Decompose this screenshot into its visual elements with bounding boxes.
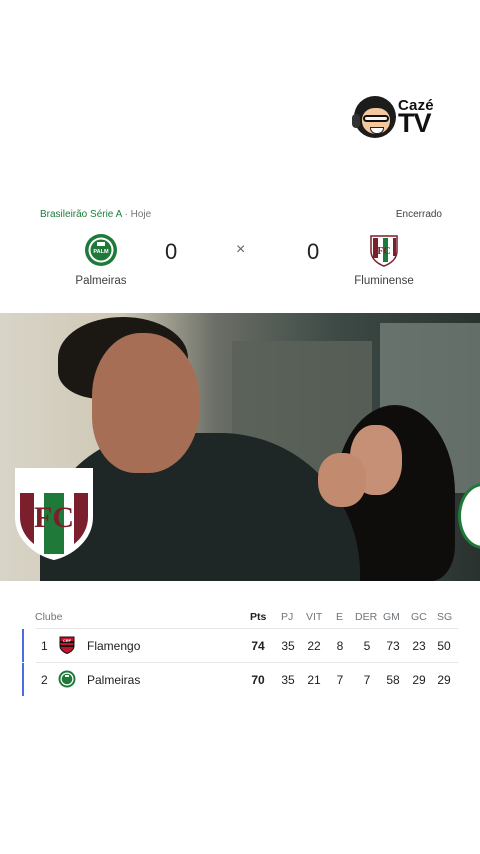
club-losses: 7 <box>363 673 371 687</box>
palmeiras-logo-icon <box>58 670 76 688</box>
col-header-der: DER <box>355 611 378 623</box>
row-position: 1 <box>41 639 48 653</box>
match-day: Hoje <box>130 209 152 220</box>
svg-text:FC: FC <box>34 501 74 534</box>
club-goal-diff: 29 <box>437 673 451 687</box>
cazetv-mascot-icon <box>352 96 396 138</box>
video-frame[interactable]: FC <box>0 313 480 581</box>
club-goals-for: 73 <box>386 639 400 653</box>
col-header-pj: PJ <box>281 611 294 623</box>
club-goal-diff: 50 <box>437 639 451 653</box>
club-draws: 8 <box>336 639 344 653</box>
away-team-name[interactable]: Fluminense <box>334 275 434 287</box>
club-wins: 22 <box>307 639 321 653</box>
col-header-gc: GC <box>411 611 427 623</box>
match-status: Encerrado <box>395 209 442 220</box>
versus-separator: × <box>236 241 246 258</box>
col-header-sg: SG <box>437 611 453 623</box>
club-name: Palmeiras <box>87 673 141 687</box>
col-header-e: E <box>336 611 344 623</box>
col-header-pts: Pts <box>250 611 267 623</box>
qualification-accent-bar <box>22 629 24 662</box>
club-wins: 21 <box>307 673 321 687</box>
col-header-gm: GM <box>383 611 400 623</box>
col-header-club: Clube <box>35 611 63 623</box>
club-losses: 5 <box>363 639 371 653</box>
club-goals-for: 58 <box>386 673 400 687</box>
svg-text:CRF: CRF <box>63 638 72 643</box>
home-team-name[interactable]: Palmeiras <box>51 275 151 287</box>
home-score: 0 <box>165 239 178 264</box>
fluminense-logo-icon[interactable]: FC <box>367 233 401 267</box>
col-header-vit: VIT <box>306 611 323 623</box>
fluminense-crest-overlay-icon: FC <box>15 468 93 561</box>
club-goals-against: 29 <box>412 673 426 687</box>
club-points: 70 <box>251 673 265 687</box>
table-row[interactable]: 1 CRF Flamengo 74 35 22 8 5 73 23 50 <box>22 629 458 662</box>
club-name: Flamengo <box>87 639 141 653</box>
cazetv-logo: Cazé TV <box>352 94 444 144</box>
league-name: Brasileirão Série A <box>40 209 122 220</box>
away-score: 0 <box>307 239 320 264</box>
flamengo-logo-icon: CRF <box>59 636 75 654</box>
club-goals-against: 23 <box>412 639 426 653</box>
svg-text:FC: FC <box>377 246 390 257</box>
club-points: 74 <box>251 639 265 653</box>
league-label[interactable]: Brasileirão Série A · Hoje <box>40 209 151 220</box>
club-played: 35 <box>281 673 295 687</box>
svg-text:PALM: PALM <box>93 249 109 255</box>
club-draws: 7 <box>336 673 344 687</box>
row-position: 2 <box>41 673 48 687</box>
club-played: 35 <box>281 639 295 653</box>
palmeiras-logo-icon[interactable]: PALM <box>84 233 118 267</box>
logo-text-tv: TV <box>398 108 432 138</box>
league-separator: · <box>124 209 128 220</box>
table-row[interactable]: 2 Palmeiras 70 35 21 7 7 58 29 29 <box>22 663 458 696</box>
qualification-accent-bar <box>22 663 24 696</box>
